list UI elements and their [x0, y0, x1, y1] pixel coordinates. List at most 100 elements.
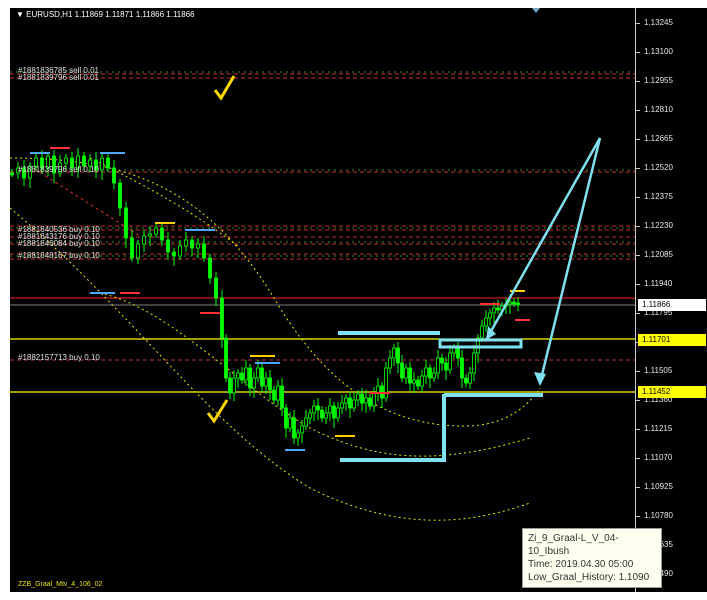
- candle-body: [292, 417, 296, 439]
- candle-body: [264, 377, 268, 387]
- current-price-badge: 1.11866: [638, 299, 706, 311]
- candle-body: [456, 347, 460, 359]
- axis-tick: [636, 23, 640, 24]
- tooltip-value: Low_Graal_History: 1.1090: [528, 572, 650, 583]
- candle-body: [488, 312, 492, 319]
- arrow-head-icon: [486, 326, 496, 340]
- candle-body: [344, 397, 348, 404]
- axis-tick: [636, 516, 640, 517]
- order-label[interactable]: #1881839796 sell 0.01: [18, 73, 99, 82]
- candle-body: [412, 379, 416, 384]
- symbol-label: EURUSD,H1: [26, 10, 73, 19]
- candle-body: [460, 357, 464, 379]
- ohlc-values: 1.11869 1.11871 1.11866 1.11866: [74, 10, 195, 19]
- price-axis[interactable]: 1.13245 1.13100 1.12955 1.12810 1.12665 1.125…: [635, 8, 707, 592]
- axis-tick: [636, 487, 640, 488]
- axis-label: 1.12810: [644, 105, 673, 114]
- axis-label: 1.12085: [644, 250, 673, 259]
- candle-body: [468, 372, 472, 384]
- candle-body: [396, 347, 400, 364]
- axis-tick: [636, 226, 640, 227]
- candle-body: [332, 405, 336, 419]
- candle-body: [178, 245, 182, 257]
- order-label[interactable]: #1881848167 buy 0.10: [18, 251, 100, 260]
- arrow-icon: [484, 137, 602, 341]
- axis-label: 1.11940: [644, 279, 673, 288]
- candle-body: [214, 277, 218, 299]
- level-badge-lower: 1.11452: [638, 386, 706, 398]
- candle-body: [364, 397, 368, 404]
- candle-body: [130, 237, 134, 259]
- axis-label: 1.11215: [644, 424, 673, 433]
- candle-body: [160, 227, 164, 241]
- chart-header: ▼ EURUSD,H1 1.11869 1.11871 1.11866 1.11…: [16, 10, 195, 19]
- candle-body: [492, 307, 496, 314]
- candle-body: [444, 362, 448, 371]
- candle-body: [64, 157, 68, 164]
- price-chart: [10, 8, 635, 521]
- chart-canvas[interactable]: ▼ EURUSD,H1 1.11869 1.11871 1.11866 1.11…: [10, 8, 635, 592]
- axis-tick: [636, 52, 640, 53]
- order-label[interactable]: #1882157713 buy 0.10: [18, 353, 100, 362]
- candle-body: [388, 357, 392, 369]
- order-label[interactable]: #1881846084 buy 0.10: [18, 239, 100, 248]
- level-badge-upper: 1.11701: [638, 334, 706, 346]
- candle-body: [484, 317, 488, 327]
- axis-label: 1.12665: [644, 134, 673, 143]
- candle-body: [508, 301, 512, 305]
- axis-tick: [636, 168, 640, 169]
- collapse-arrow-icon[interactable]: ▼: [16, 10, 24, 19]
- tooltip-time: Time: 2019.04.30 05:00: [528, 559, 634, 570]
- axis-tick: [636, 313, 640, 314]
- candle-body: [148, 233, 152, 237]
- candle-body: [320, 409, 324, 419]
- candle-body: [232, 377, 236, 394]
- candle-body: [516, 302, 520, 306]
- axis-label: 1.11070: [644, 453, 673, 462]
- checkmark-icon: [206, 399, 229, 424]
- candle-body: [142, 235, 146, 245]
- candle-body: [268, 377, 272, 391]
- candle-body: [202, 243, 206, 259]
- candle-body: [136, 243, 140, 259]
- arrow-head-icon: [534, 372, 546, 386]
- axis-tick: [636, 371, 640, 372]
- axis-tick: [636, 110, 640, 111]
- axis-tick: [636, 255, 640, 256]
- candle-body: [256, 367, 260, 379]
- indicator-name: ZZB_Graal_Mtv_4_106_02: [18, 581, 103, 588]
- arrow-icon: [538, 137, 602, 384]
- candle-body: [308, 412, 312, 419]
- candle-body: [316, 405, 320, 411]
- axis-label: 1.12375: [644, 192, 673, 201]
- candle-body: [436, 357, 440, 374]
- candle-body: [196, 243, 200, 249]
- candle-body: [280, 385, 284, 409]
- candle-body: [428, 367, 432, 379]
- order-label[interactable]: #1881839796 sell 0.10: [18, 165, 99, 174]
- candle-body: [300, 425, 304, 434]
- axis-label: 1.10925: [644, 482, 673, 491]
- axis-tick: [636, 284, 640, 285]
- candle-body: [118, 182, 122, 209]
- candle-body: [392, 347, 396, 359]
- candle-body: [496, 307, 500, 311]
- envelope-upper: [10, 157, 541, 427]
- chart-window: ▼ EURUSD,H1 1.11869 1.11871 1.11866 1.11…: [0, 0, 707, 600]
- candle-body: [404, 367, 408, 379]
- candle-body: [372, 392, 376, 407]
- candle-body: [236, 372, 240, 379]
- candle-body: [432, 372, 436, 379]
- candle-body: [336, 407, 340, 419]
- indicator-tooltip: Zi_9_Graal-L_V_04-10_Ibush Time: 2019.04…: [522, 528, 662, 588]
- candle-body: [368, 397, 372, 407]
- candle-body: [472, 352, 476, 374]
- axis-label: 1.12520: [644, 163, 673, 172]
- candle-body: [328, 405, 332, 414]
- candle-body: [106, 157, 110, 169]
- axis-tick: [636, 139, 640, 140]
- axis-label: 1.12955: [644, 76, 673, 85]
- candle-body: [208, 257, 212, 279]
- box-upper-small: [438, 338, 523, 349]
- candle-body: [284, 407, 288, 429]
